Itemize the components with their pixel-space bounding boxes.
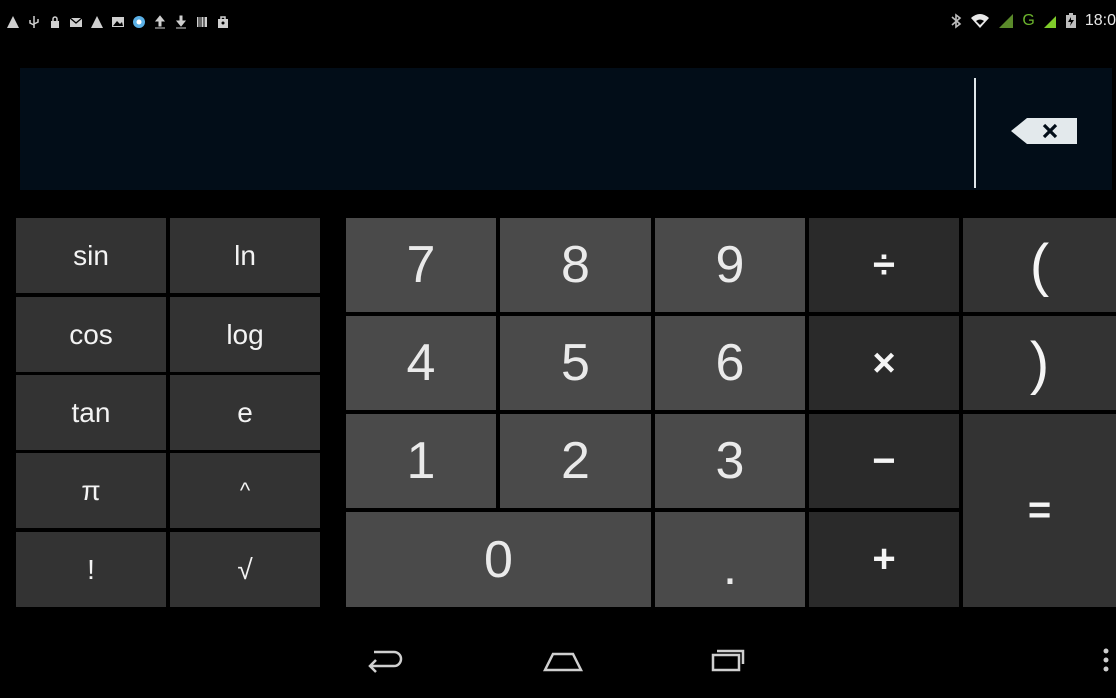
image-icon	[112, 17, 124, 27]
system-status: G 18:0	[950, 12, 1116, 30]
lock-icon	[51, 16, 59, 28]
digit-0-key[interactable]: 0	[346, 512, 651, 607]
gmail-icon	[69, 17, 83, 27]
text-cursor	[974, 78, 976, 188]
pi-key[interactable]: π	[16, 453, 166, 528]
clock: 18:0	[1084, 12, 1116, 29]
digit-6-key[interactable]: 6	[655, 316, 805, 410]
factorial-key[interactable]: !	[16, 532, 166, 607]
cos-key[interactable]: cos	[16, 297, 166, 372]
tan-key[interactable]: tan	[16, 375, 166, 450]
signal-strength-icon	[1043, 16, 1056, 28]
recents-button[interactable]	[702, 640, 752, 680]
open-paren-key[interactable]: (	[963, 218, 1116, 312]
battery-icon	[1065, 13, 1076, 28]
backspace-icon[interactable]	[1011, 118, 1077, 144]
wifi-icon	[971, 14, 990, 28]
back-icon	[368, 650, 403, 673]
back-button[interactable]	[359, 640, 409, 680]
divide-key[interactable]: ÷	[809, 218, 959, 312]
home-icon	[542, 652, 584, 672]
recents-icon	[711, 649, 745, 672]
digit-4-key[interactable]: 4	[346, 316, 496, 410]
overflow-menu-button[interactable]	[1096, 640, 1116, 680]
digit-5-key[interactable]: 5	[500, 316, 651, 410]
digit-1-key[interactable]: 1	[346, 414, 496, 508]
minus-key[interactable]: −	[809, 414, 959, 508]
digit-7-key[interactable]: 7	[346, 218, 496, 312]
sqrt-key[interactable]: √	[170, 532, 320, 607]
warning-icon	[7, 16, 19, 28]
barcode-icon	[197, 17, 207, 27]
browser-icon	[133, 16, 145, 28]
e-key[interactable]: e	[170, 375, 320, 450]
digit-9-key[interactable]: 9	[655, 218, 805, 312]
upload-icon	[154, 15, 166, 29]
equals-key[interactable]: =	[963, 414, 1116, 607]
log-key[interactable]: log	[170, 297, 320, 372]
bluetooth-icon	[951, 13, 962, 29]
sin-key[interactable]: sin	[16, 218, 166, 293]
plus-key[interactable]: +	[809, 512, 959, 607]
warning-icon	[91, 16, 103, 28]
shop-bag-icon	[218, 16, 228, 28]
navigation-bar	[0, 618, 1116, 698]
digit-3-key[interactable]: 3	[655, 414, 805, 508]
notification-icons	[6, 15, 230, 29]
download-icon	[175, 15, 187, 29]
home-button[interactable]	[538, 640, 588, 680]
status-bar: G 18:0	[0, 4, 1116, 48]
decimal-point-key[interactable]: .	[655, 512, 805, 607]
calculator-display[interactable]	[20, 68, 1112, 190]
signal-icon	[999, 14, 1014, 28]
ln-key[interactable]: ln	[170, 218, 320, 293]
power-key[interactable]: ^	[170, 453, 320, 528]
digit-8-key[interactable]: 8	[500, 218, 651, 312]
usb-icon	[29, 16, 39, 28]
network-type-label: G	[1022, 12, 1035, 29]
multiply-key[interactable]: ×	[809, 316, 959, 410]
close-paren-key[interactable]: )	[963, 316, 1116, 410]
digit-2-key[interactable]: 2	[500, 414, 651, 508]
overflow-menu-icon	[1103, 648, 1109, 672]
